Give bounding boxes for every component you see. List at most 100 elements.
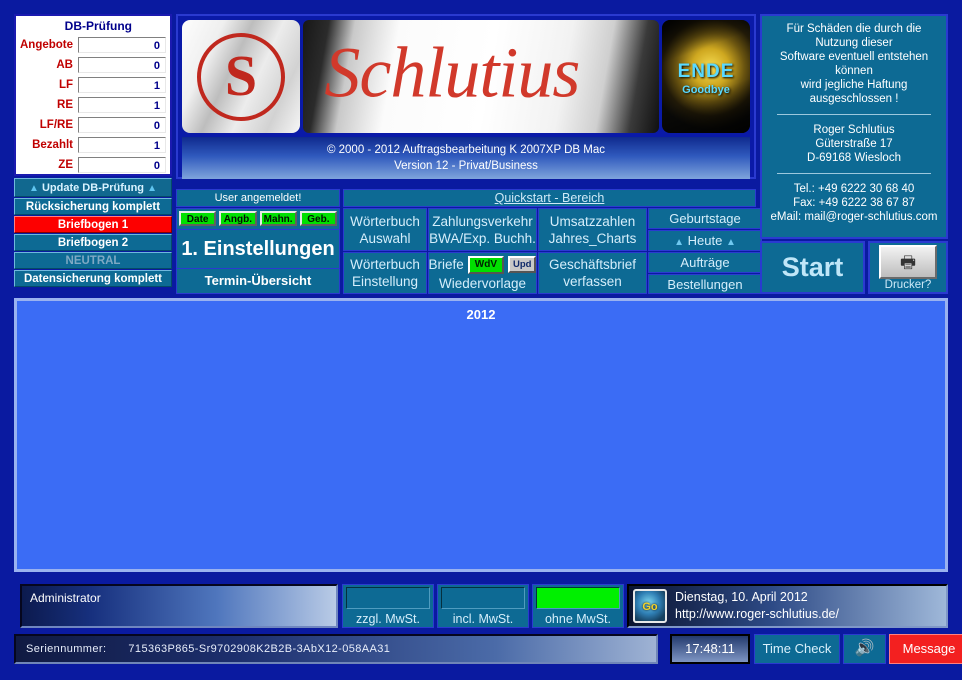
current-date: Dienstag, 10. April 2012 (675, 590, 808, 604)
letterhead-2-button[interactable]: Briefbogen 2 (14, 234, 172, 251)
today-label: Heute (687, 233, 723, 248)
serial-number-label: Seriennummer: (26, 643, 107, 655)
contact-name: Roger Schlutius (813, 124, 895, 136)
time-check-button[interactable]: Time Check (754, 634, 840, 664)
appointment-overview-button[interactable]: Termin-Übersicht (177, 269, 339, 293)
payments-button[interactable]: Zahlungsverkehr BWA/Exp. Buchh. (428, 208, 537, 251)
db-check-row: LF 1 (20, 75, 166, 94)
letters-resubmission-button[interactable]: Briefe WdV Upd Wiedervorlage (428, 252, 537, 294)
printer-button[interactable]: 🖶 Drucker? (868, 241, 948, 294)
resubmission-label: Wiedervorlage (438, 275, 527, 291)
brand-script-image: Schlutius (303, 20, 659, 133)
application-banner: S Schlutius ENDE Goodbye © 2000 - 2012 A… (176, 14, 756, 179)
website-link-panel[interactable]: Dienstag, 10. April 2012 http://www.roge… (627, 584, 948, 628)
db-row-label-bezahlt: Bezahlt (32, 138, 73, 151)
current-user-field[interactable]: Administrator (20, 584, 338, 628)
wdv-badge[interactable]: WdV (467, 255, 505, 274)
payments-line2: BWA/Exp. Buchh. (429, 230, 536, 246)
sound-icon[interactable]: 🔊 (843, 634, 886, 664)
vat-none-label: ohne MwSt. (544, 612, 611, 626)
banner-caption: © 2000 - 2012 Auftragsbearbeitung K 2007… (182, 137, 750, 179)
vat-none-indicator (536, 587, 620, 609)
status-bar: Seriennummer: 715363P865-Sr9702908K2B2B-… (14, 634, 962, 668)
date-button[interactable]: Date (179, 211, 217, 226)
message-button[interactable]: Message (889, 634, 962, 664)
reminders-button[interactable]: Mahn. (259, 211, 297, 226)
db-row-label-ze: ZE (58, 158, 73, 171)
user-status-bar: User angemeldet! (176, 189, 340, 207)
db-check-row: RE 1 (20, 95, 166, 114)
business-letter-line2: verfassen (563, 274, 622, 289)
disclaimer-line-6: ausgeschlossen ! (809, 93, 899, 105)
dictionary-settings-line2: Einstellung (351, 274, 419, 289)
db-row-label-lf-re: LF/RE (39, 118, 73, 131)
birthdays-button-large[interactable]: Geburtstage (648, 208, 762, 229)
printer-label: Drucker? (884, 279, 932, 291)
vat-incl-button[interactable]: incl. MwSt. (437, 584, 529, 628)
contact-fax: Fax: +49 6222 38 67 87 (793, 197, 915, 209)
up-arrow-icon: ▲ (725, 237, 736, 248)
purchase-orders-button[interactable]: Bestellungen (648, 274, 762, 294)
offers-button[interactable]: Angb. (219, 211, 257, 226)
db-row-label-ab: AB (56, 58, 73, 71)
company-logo: S (182, 20, 300, 133)
disclaimer-line-4: können (835, 65, 873, 77)
quickstart-title: Quickstart - Bereich (343, 189, 756, 207)
up-arrow-icon: ▲ (147, 183, 157, 194)
letterhead-1-button[interactable]: Briefbogen 1 (14, 216, 172, 233)
dictionary-settings-button[interactable]: Wörterbuch Einstellung (343, 252, 427, 294)
go-text-group: Dienstag, 10. April 2012 http://www.roge… (675, 589, 839, 623)
restore-complete-button[interactable]: Rücksicherung komplett (14, 198, 172, 215)
vat-none-button[interactable]: ohne MwSt. (532, 584, 624, 628)
sales-figures-button[interactable]: Umsatzzahlen Jahres_Charts (538, 208, 647, 251)
website-url[interactable]: http://www.roger-schlutius.de/ (675, 606, 839, 623)
dictionary-settings-line1: Wörterbuch (350, 257, 420, 272)
divider (777, 173, 931, 174)
disclaimer-line-1: Für Schäden die durch die (786, 23, 922, 35)
db-row-label-lf: LF (58, 78, 73, 91)
neutral-button[interactable]: NEUTRAL (14, 252, 172, 269)
db-row-label-angebote: Angebote (20, 38, 74, 51)
exit-label: ENDE (677, 60, 735, 82)
contact-email: eMail: mail@roger-schlutius.com (770, 211, 938, 223)
vat-incl-indicator (441, 587, 525, 609)
db-check-row: LF/RE 0 (20, 115, 166, 134)
orders-button[interactable]: Aufträge (648, 252, 762, 273)
start-button[interactable]: Start (760, 241, 865, 294)
business-letter-button[interactable]: Geschäftsbrief verfassen (538, 252, 647, 294)
contact-street: Güterstraße 17 (815, 138, 893, 150)
db-check-row: Bezahlt 1 (20, 135, 166, 154)
dictionary-selection-button[interactable]: Wörterbuch Auswahl (343, 208, 427, 251)
dictionary-selection-line2: Auswahl (359, 230, 411, 246)
db-row-value-ze[interactable]: 0 (78, 156, 166, 173)
main-content-area: 2012 (14, 298, 948, 572)
contact-city: D-69168 Wiesloch (807, 152, 901, 164)
letters-label: Briefe (428, 257, 464, 272)
db-row-value-ab[interactable]: 0 (78, 56, 166, 73)
vat-incl-label: incl. MwSt. (452, 612, 514, 626)
vat-excl-button[interactable]: zzgl. MwSt. (342, 584, 434, 628)
settings-button[interactable]: 1. Einstellungen (177, 229, 339, 269)
update-db-check-button[interactable]: ▲ Update DB-Prüfung ▲ (14, 178, 172, 197)
vat-excl-label: zzgl. MwSt. (356, 612, 420, 626)
business-letter-line1: Geschäftsbrief (548, 257, 637, 272)
exit-label-group: ENDE Goodbye (662, 61, 750, 96)
printer-icon: 🖶 (879, 245, 937, 279)
exit-button[interactable]: ENDE Goodbye (662, 20, 750, 133)
year-label: 2012 (466, 307, 496, 322)
today-button[interactable]: ▲ Heute ▲ (648, 230, 762, 251)
birthdays-button[interactable]: Geb. (299, 211, 337, 226)
db-row-value-angebote[interactable]: 0 (78, 36, 166, 53)
db-row-value-lf-re[interactable]: 0 (78, 116, 166, 133)
disclaimer-line-3: Software eventuell entstehen (779, 51, 929, 63)
db-row-value-lf[interactable]: 1 (78, 76, 166, 93)
up-arrow-icon: ▲ (29, 183, 39, 194)
backup-complete-button[interactable]: Datensicherung komplett (14, 270, 172, 287)
db-row-value-bezahlt[interactable]: 1 (78, 136, 166, 153)
banner-images: S Schlutius ENDE Goodbye (182, 20, 750, 133)
clock-display: 17:48:11 (670, 634, 750, 664)
db-check-panel: DB-Prüfung Angebote 0 AB 0 LF 1 RE 1 LF/… (14, 14, 172, 176)
db-row-value-re[interactable]: 1 (78, 96, 166, 113)
quickstart-left-group: Date Angb. Mahn. Geb. 1. Einstellungen T… (176, 208, 340, 294)
upd-badge[interactable]: Upd (508, 256, 537, 273)
